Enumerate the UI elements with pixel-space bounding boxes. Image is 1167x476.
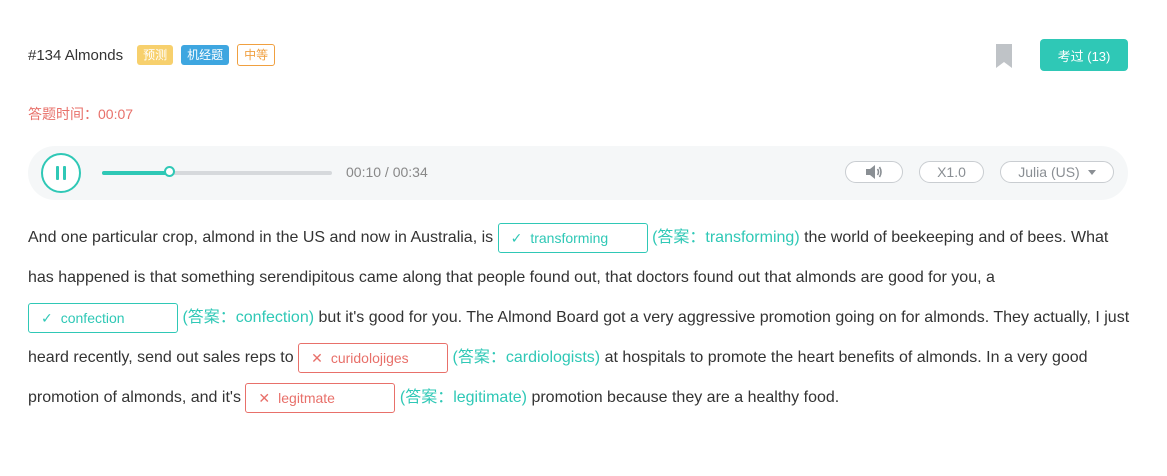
pause-icon <box>56 166 59 180</box>
cross-icon: ✕ <box>311 349 323 366</box>
pause-icon-bar <box>63 166 66 180</box>
speed-button[interactable]: X1.0 <box>919 161 984 183</box>
tag-difficulty: 中等 <box>237 44 276 66</box>
answer-blank-1[interactable]: ✓ transforming <box>497 222 648 253</box>
progress-handle[interactable] <box>163 166 175 177</box>
user-answer: curidolojiges <box>330 349 409 366</box>
bookmark-icon[interactable] <box>996 44 1012 68</box>
answer-blank-2[interactable]: ✓ confection <box>28 302 178 333</box>
correct-answer: (答案：confection) <box>182 309 315 326</box>
correct-answer: (答案：legitimate) <box>399 389 527 406</box>
question-header: #134 Almonds 预测 机经题 中等 <box>28 40 283 70</box>
correct-answer: (答案：transforming) <box>652 229 800 246</box>
voice-select[interactable]: Julia (US) <box>1000 161 1114 183</box>
progress-fill <box>102 171 169 175</box>
tag-predict: 预测 <box>137 45 174 65</box>
answer-blank-4[interactable]: ✕ legitmate <box>245 382 396 413</box>
timer-value: 00:07 <box>98 106 134 122</box>
answer-blank-3[interactable]: ✕ curidolojiges <box>298 342 449 373</box>
exam-count-button[interactable]: 考过 (13) <box>1040 39 1128 71</box>
volume-button[interactable] <box>845 161 903 183</box>
timer-label: 答题时间： <box>28 106 98 122</box>
audio-player: 00:10 / 00:34 X1.0 Julia (US) <box>28 146 1128 200</box>
passage: And one particular crop, almond in the U… <box>28 218 1136 418</box>
voice-label: Julia (US) <box>1018 164 1080 180</box>
check-icon: ✓ <box>510 229 523 246</box>
passage-text: promotion because they are a healthy foo… <box>531 389 840 406</box>
user-answer: confection <box>60 309 125 326</box>
user-answer: legitmate <box>278 389 335 406</box>
passage-text: And one particular crop, almond in the U… <box>28 229 494 246</box>
check-icon: ✓ <box>41 309 53 326</box>
tag-machine: 机经题 <box>181 45 230 65</box>
cross-icon: ✕ <box>258 389 271 406</box>
user-answer: transforming <box>530 229 609 246</box>
volume-icon <box>866 165 882 179</box>
pause-button[interactable] <box>41 153 81 193</box>
caret-down-icon <box>1087 169 1096 175</box>
correct-answer: (答案：cardiologists) <box>452 349 601 366</box>
time-display: 00:10 / 00:34 <box>346 164 428 180</box>
answer-timer: 答题时间：00:07 <box>28 104 133 124</box>
question-title: #134 Almonds <box>28 46 124 64</box>
progress-slider[interactable] <box>102 166 332 177</box>
